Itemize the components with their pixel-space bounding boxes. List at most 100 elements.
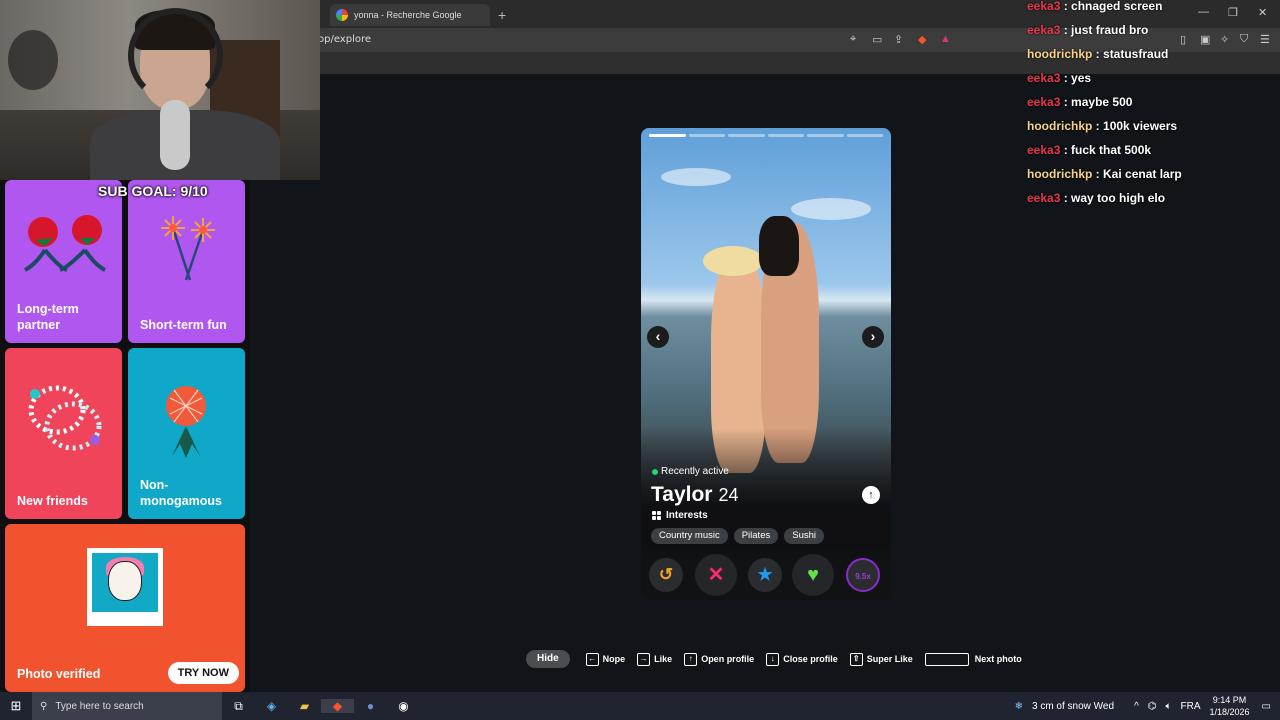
clock[interactable]: 9:14 PM 1/18/2026 xyxy=(1210,694,1250,718)
chat-username[interactable]: hoodrichkp xyxy=(1027,167,1092,181)
chat-separator: : xyxy=(1092,47,1104,61)
chat-separator: : xyxy=(1060,143,1072,157)
chat-text: chnaged screen xyxy=(1071,0,1163,13)
volume-icon[interactable]: 🔈︎ xyxy=(1166,701,1172,712)
windows-start-icon[interactable]: ⊞ xyxy=(0,698,32,714)
photo-progress-segment[interactable] xyxy=(807,134,844,137)
network-icon[interactable]: ⌬ xyxy=(1148,701,1157,712)
profile-name: Taylor xyxy=(651,483,713,506)
url-text[interactable]: op/explore xyxy=(318,34,371,45)
interest-chip: Pilates xyxy=(733,528,779,544)
chat-text: just fraud bro xyxy=(1071,23,1149,37)
brave-shield-icon[interactable]: ◆ xyxy=(918,33,926,46)
nope-button[interactable]: ✕ xyxy=(695,554,737,596)
chat-separator: : xyxy=(1060,23,1072,37)
card-photo-verified[interactable]: Photo verified TRY NOW xyxy=(5,524,245,692)
notifications-icon[interactable]: ▭ xyxy=(1262,701,1271,712)
chat-separator: : xyxy=(1060,95,1072,109)
relationship-goals-panel: Long-term partner Short-term fun New fri… xyxy=(0,180,250,692)
rewind-button[interactable]: ↺ xyxy=(649,558,683,592)
profile-age: 24 xyxy=(718,485,739,505)
photo-progress-segment[interactable] xyxy=(767,134,804,137)
space-key-icon xyxy=(924,652,969,666)
language-indicator[interactable]: FRA xyxy=(1181,701,1201,712)
chat-text: yes xyxy=(1071,71,1092,85)
chat-username[interactable]: hoodrichkp xyxy=(1027,119,1092,133)
shortcut-open-profile: ↑ Open profile xyxy=(684,652,754,666)
card-label: New friends xyxy=(17,494,88,508)
interest-chips: Country music Pilates Sushi xyxy=(651,528,824,544)
interest-chip: Country music xyxy=(651,528,728,544)
profile-card[interactable]: ‹ › Recently active Taylor 24 ↑ Interest… xyxy=(641,128,891,600)
photo-hair xyxy=(759,216,799,276)
activity-status-text: Recently active xyxy=(661,466,729,477)
chat-username[interactable]: eeka3 xyxy=(1027,71,1060,85)
photo-progress-segment[interactable] xyxy=(649,134,686,137)
brave-browser-icon[interactable]: ◆ xyxy=(321,699,354,713)
tab-title: yonna - Recherche Google xyxy=(354,10,462,20)
card-label: Short-term fun xyxy=(140,318,227,332)
taskbar-search[interactable]: ⚲ Type here to search xyxy=(32,692,222,720)
card-new-friends[interactable]: New friends xyxy=(5,348,122,519)
shortcut-label: Super Like xyxy=(866,654,913,664)
chat-username[interactable]: eeka3 xyxy=(1027,191,1060,205)
tab-google-search[interactable]: yonna - Recherche Google xyxy=(330,4,490,26)
photo-cloud xyxy=(661,168,731,186)
try-now-button[interactable]: TRY NOW xyxy=(167,662,239,684)
chat-separator: : xyxy=(1092,167,1104,181)
chat-username[interactable]: eeka3 xyxy=(1027,95,1060,109)
card-label: Non-monogamous xyxy=(140,478,222,508)
open-profile-icon[interactable]: ↑ xyxy=(862,486,880,504)
discord-icon[interactable]: ● xyxy=(354,699,387,713)
photo-progress-segment[interactable] xyxy=(728,134,765,137)
super-like-button[interactable]: ★ xyxy=(748,558,782,592)
chat-message: eeka3 : just fraud bro xyxy=(1027,18,1277,42)
chat-text: statusfraud xyxy=(1103,47,1169,61)
chat-message: eeka3 : maybe 500 xyxy=(1027,90,1277,114)
photo-progress-segment[interactable] xyxy=(688,134,725,137)
snowflake-icon: ❄ xyxy=(1014,700,1023,712)
next-photo-icon[interactable]: › xyxy=(862,326,884,348)
chat-text: fuck that 500k xyxy=(1071,143,1152,157)
card-label: Long-term partner xyxy=(17,302,79,332)
verified-selfie-icon xyxy=(87,548,163,626)
hide-shortcuts-button[interactable]: Hide xyxy=(526,650,570,668)
task-view-icon[interactable]: ⧉ xyxy=(222,699,255,714)
search-placeholder: Type here to search xyxy=(55,700,144,712)
shortcut-next-photo: Next photo xyxy=(924,652,1022,666)
card-short-term-fun[interactable]: Short-term fun xyxy=(128,180,245,343)
name-row: Taylor 24 xyxy=(651,483,739,507)
shortcut-label: Like xyxy=(654,654,673,664)
clock-time: 9:14 PM xyxy=(1212,695,1247,705)
shortcut-nope: ← Nope xyxy=(585,652,625,666)
card-non-monogamous[interactable]: Non-monogamous xyxy=(128,348,245,519)
cast-icon[interactable]: ▭ xyxy=(872,33,882,46)
weather-text[interactable]: 3 cm of snow Wed xyxy=(1032,701,1114,712)
friendship-bracelets-icon xyxy=(28,385,102,451)
new-tab-button[interactable]: + xyxy=(498,4,506,26)
chat-username[interactable]: hoodrichkp xyxy=(1027,47,1092,61)
chat-username[interactable]: eeka3 xyxy=(1027,23,1060,37)
boost-button[interactable]: 9.5x xyxy=(846,558,880,592)
down-arrow-key-icon: ↓ xyxy=(766,652,780,666)
search-icon: ⚲ xyxy=(40,700,48,712)
photo-progress-segment[interactable] xyxy=(846,134,883,137)
online-dot-icon xyxy=(652,468,658,475)
file-explorer-icon[interactable]: ▰ xyxy=(288,699,321,713)
brave-rewards-icon[interactable]: ▲ xyxy=(940,33,951,45)
chat-message: eeka3 : chnaged screen xyxy=(1027,0,1277,18)
obs-icon[interactable]: ◉ xyxy=(387,699,420,713)
location-icon[interactable]: ⌖ xyxy=(850,33,856,46)
card-long-term-partner[interactable]: Long-term partner xyxy=(5,180,122,343)
chat-username[interactable]: eeka3 xyxy=(1027,143,1060,157)
previous-photo-icon[interactable]: ‹ xyxy=(647,326,669,348)
windows-taskbar: ⊞ ⚲ Type here to search ⧉ ◈ ▰ ◆ ● ◉ ❄ 3 … xyxy=(0,692,1280,720)
headset-icon xyxy=(128,8,223,103)
like-button[interactable]: ♥ xyxy=(792,554,834,596)
chat-username[interactable]: eeka3 xyxy=(1027,0,1060,13)
share-icon[interactable]: ⇪ xyxy=(894,33,903,46)
copilot-icon[interactable]: ◈ xyxy=(255,699,288,713)
chat-text: 100k viewers xyxy=(1103,119,1178,133)
shortcut-super-like: ⇧ Super Like xyxy=(849,652,913,666)
tray-expand-icon[interactable]: ^ xyxy=(1134,701,1139,712)
